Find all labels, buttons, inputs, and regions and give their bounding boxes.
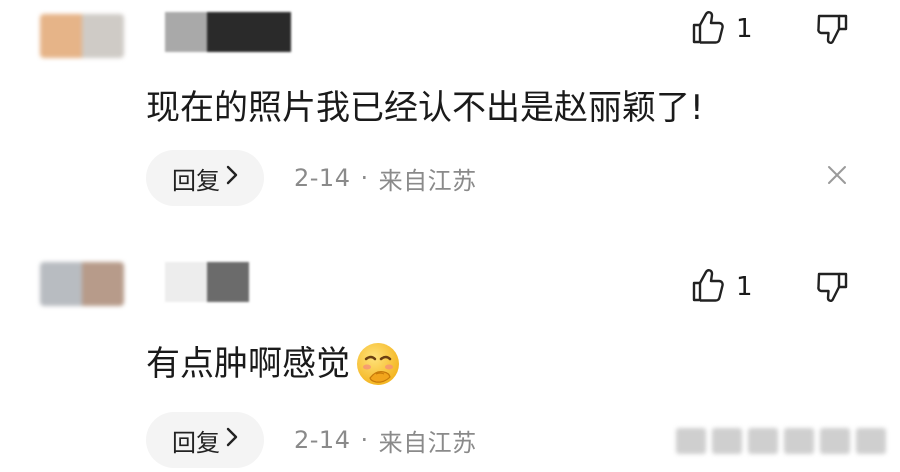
comment-text: 有点肿啊感觉: [146, 340, 402, 388]
avatar[interactable]: [40, 262, 124, 306]
meta-separator: ·: [360, 426, 369, 454]
avatar[interactable]: [40, 14, 124, 58]
comment-location: 来自江苏: [378, 428, 477, 457]
reply-button[interactable]: 回复: [146, 150, 264, 206]
thumbs-down-icon: [816, 14, 850, 50]
comment-text-content: 现在的照片我已经认不出是赵丽颖了!: [146, 88, 704, 128]
watermark: [676, 428, 886, 454]
chevron-right-icon: [226, 427, 238, 453]
comment-date: 2-14: [294, 426, 351, 454]
like-button[interactable]: 1: [692, 268, 753, 306]
thumbs-down-icon: [816, 272, 850, 308]
like-count: 1: [736, 272, 753, 302]
reply-label: 回复: [172, 428, 220, 457]
comment-location: 来自江苏: [378, 166, 477, 195]
close-icon: [826, 166, 848, 190]
username[interactable]: [165, 12, 291, 52]
reply-label: 回复: [172, 166, 220, 195]
dislike-button[interactable]: [816, 12, 850, 50]
comment-meta: 回复 2-14 · 来自江苏: [146, 412, 477, 468]
thumbs-up-icon: [692, 268, 724, 306]
comment-meta: 回复 2-14 · 来自江苏: [146, 150, 477, 206]
chevron-right-icon: [226, 165, 238, 191]
reply-button[interactable]: 回复: [146, 412, 264, 468]
like-button[interactable]: 1: [692, 10, 753, 48]
thumbs-up-icon: [692, 10, 724, 48]
meta-separator: ·: [360, 164, 369, 192]
smirk-emoji-icon: [354, 340, 402, 388]
comment-item: 1 现在的照片我已经认不出是赵丽颖了! 回复 2-14 · 来自江苏: [0, 0, 900, 240]
comment-text-content: 有点肿啊感觉: [146, 344, 350, 384]
username[interactable]: [165, 262, 249, 302]
close-button[interactable]: [826, 164, 848, 190]
like-count: 1: [736, 14, 753, 44]
comment-text: 现在的照片我已经认不出是赵丽颖了!: [146, 86, 704, 130]
comment-date: 2-14: [294, 164, 351, 192]
dislike-button[interactable]: [816, 270, 850, 308]
